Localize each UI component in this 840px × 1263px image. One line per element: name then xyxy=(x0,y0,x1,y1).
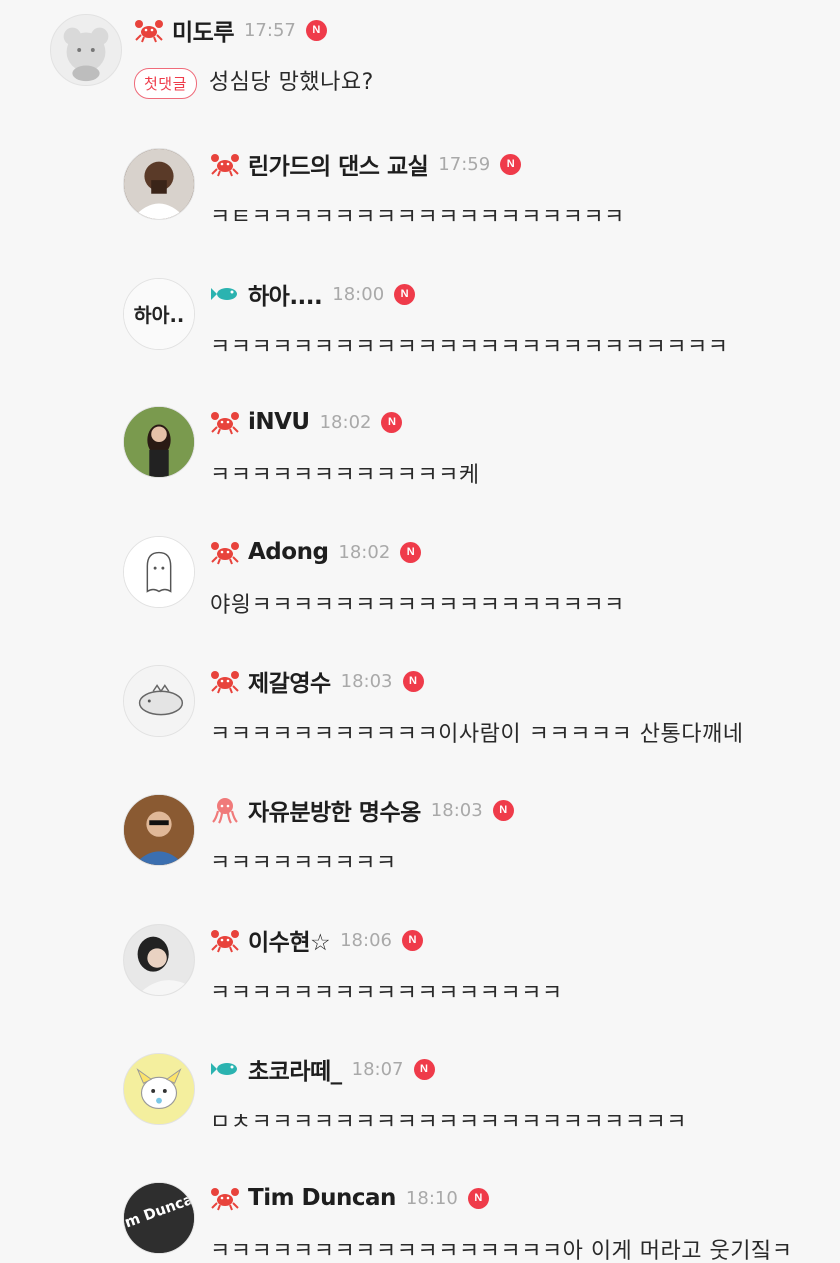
logo-avatar[interactable]: Tim Duncan xyxy=(123,1182,195,1254)
text-logo-avatar[interactable]: 하아.. xyxy=(123,278,195,350)
comment-body: ㅋㅋㅋㅋㅋㅋㅋㅋㅋㅋㅋㅋㅋㅋㅋㅋㅋ xyxy=(210,981,563,1006)
comment-body: ㅋㅋㅋㅋㅋㅋㅋㅋㅋㅋㅋㅋ케 xyxy=(210,463,480,488)
comment-meta: Adong 18:02 N xyxy=(210,535,422,569)
octopus-icon xyxy=(210,795,240,825)
comment-meta: Tim Duncan 18:10 N xyxy=(210,1181,489,1215)
nickname[interactable]: Tim Duncan xyxy=(248,1185,396,1211)
crab-icon xyxy=(210,666,240,696)
comment-body: 성심당 망했나요? xyxy=(208,70,374,95)
fish-icon xyxy=(210,1054,240,1084)
comment-item: 미도루 17:57 N 첫댓글 성심당 망했나요? xyxy=(0,0,840,120)
first-comment-tag: 첫댓글 xyxy=(134,67,197,99)
comment-meta: 이수현☆ 18:06 N xyxy=(210,923,423,957)
reply-item: Tim Duncan Tim Duncan 18:10 N ㅋㅋㅋㅋㅋㅋㅋㅋㅋㅋ… xyxy=(0,1170,840,1263)
photo-avatar[interactable] xyxy=(123,148,195,220)
reply-item: 이수현☆ 18:06 N ㅋㅋㅋㅋㅋㅋㅋㅋㅋㅋㅋㅋㅋㅋㅋㅋㅋ xyxy=(0,912,840,1032)
bear-avatar[interactable] xyxy=(50,14,122,86)
reply-item: 자유분방한 명수옹 18:03 N ㅋㅋㅋㅋㅋㅋㅋㅋㅋ xyxy=(0,782,840,902)
comment-meta: 하아.... 18:00 N xyxy=(210,277,416,311)
comment-meta: 린가드의 댄스 교실 17:59 N xyxy=(210,147,522,181)
timestamp: 18:07 xyxy=(351,1058,404,1080)
timestamp: 18:03 xyxy=(430,799,483,821)
timestamp: 18:00 xyxy=(332,283,385,305)
comment-body: ㅋㅋㅋㅋㅋㅋㅋㅋㅋㅋㅋ이사람이 ㅋㅋㅋㅋㅋ 산통다깨네 xyxy=(210,722,744,747)
new-badge: N xyxy=(394,283,416,305)
comment-meta: 제갈영수 18:03 N xyxy=(210,664,424,698)
reply-item: Adong 18:02 N 야읭ㅋㅋㅋㅋㅋㅋㅋㅋㅋㅋㅋㅋㅋㅋㅋㅋㅋㅋ xyxy=(0,524,840,644)
comment-body: 야읭ㅋㅋㅋㅋㅋㅋㅋㅋㅋㅋㅋㅋㅋㅋㅋㅋㅋㅋ xyxy=(210,593,625,618)
photo-avatar[interactable] xyxy=(123,794,195,866)
nickname[interactable]: 이수현☆ xyxy=(248,923,331,957)
crab-icon xyxy=(210,1183,240,1213)
comment-text: 첫댓글 성심당 망했나요? xyxy=(134,64,374,99)
crab-icon xyxy=(210,925,240,955)
nickname[interactable]: 린가드의 댄스 교실 xyxy=(248,147,429,181)
new-badge: N xyxy=(401,929,423,951)
cartoon-avatar[interactable] xyxy=(123,1053,195,1125)
comment-meta: 미도루 17:57 N xyxy=(134,13,327,47)
new-badge: N xyxy=(492,799,514,821)
timestamp: 18:06 xyxy=(340,929,392,951)
ghost-avatar[interactable] xyxy=(123,536,195,608)
new-badge: N xyxy=(467,1187,489,1209)
reply-item: 제갈영수 18:03 N ㅋㅋㅋㅋㅋㅋㅋㅋㅋㅋㅋ이사람이 ㅋㅋㅋㅋㅋ 산통다깨네 xyxy=(0,653,840,773)
fish-icon xyxy=(210,279,240,309)
comment-body: ㅁㅊㅋㅋㅋㅋㅋㅋㅋㅋㅋㅋㅋㅋㅋㅋㅋㅋㅋㅋㅋㅋㅋ xyxy=(210,1110,688,1135)
photo-avatar[interactable] xyxy=(123,406,195,478)
comment-body: ㅋㅋㅋㅋㅋㅋㅋㅋㅋㅋㅋㅋㅋㅋㅋㅋㅋ아 이게 머라고 웃기짘ㅋ xyxy=(210,1239,793,1263)
timestamp: 18:10 xyxy=(405,1187,458,1209)
timestamp: 18:02 xyxy=(319,411,372,433)
new-badge: N xyxy=(413,1058,435,1080)
comment-body: ㅋㅋㅋㅋㅋㅋㅋㅋㅋ xyxy=(210,851,397,876)
comment-meta: 자유분방한 명수옹 18:03 N xyxy=(210,793,514,827)
new-badge: N xyxy=(400,541,422,563)
comment-body: ㅋㅌㅋㅋㅋㅋㅋㅋㅋㅋㅋㅋㅋㅋㅋㅋㅋㅋㅋㅋ xyxy=(210,205,625,230)
reply-item: 린가드의 댄스 교실 17:59 N ㅋㅌㅋㅋㅋㅋㅋㅋㅋㅋㅋㅋㅋㅋㅋㅋㅋㅋㅋㅋ xyxy=(0,136,840,256)
comment-body: ㅋㅋㅋㅋㅋㅋㅋㅋㅋㅋㅋㅋㅋㅋㅋㅋㅋㅋㅋㅋㅋㅋㅋㅋㅋ xyxy=(210,335,729,360)
nickname[interactable]: 제갈영수 xyxy=(248,664,331,698)
new-badge: N xyxy=(305,19,327,41)
crab-icon xyxy=(210,149,240,179)
timestamp: 17:57 xyxy=(243,19,296,41)
new-badge: N xyxy=(500,153,522,175)
reply-item: 초코라떼_ 18:07 N ㅁㅊㅋㅋㅋㅋㅋㅋㅋㅋㅋㅋㅋㅋㅋㅋㅋㅋㅋㅋㅋㅋㅋ xyxy=(0,1041,840,1161)
nickname[interactable]: Adong xyxy=(248,539,329,565)
timestamp: 18:03 xyxy=(340,670,393,692)
crab-icon xyxy=(210,407,240,437)
new-badge: N xyxy=(402,670,424,692)
crab-icon xyxy=(134,15,164,45)
reply-item: 하아.. 하아.... 18:00 N ㅋㅋㅋㅋㅋㅋㅋㅋㅋㅋㅋㅋㅋㅋㅋㅋㅋㅋㅋㅋ… xyxy=(0,266,840,386)
nickname[interactable]: 자유분방한 명수옹 xyxy=(248,793,421,827)
photo-avatar[interactable] xyxy=(123,924,195,996)
new-badge: N xyxy=(381,411,403,433)
svg-text:하아..: 하아.. xyxy=(134,304,185,327)
comment-meta: 초코라떼_ 18:07 N xyxy=(210,1052,435,1086)
comment-meta: iNVU 18:02 N xyxy=(210,405,403,439)
nickname[interactable]: iNVU xyxy=(248,409,310,435)
nickname[interactable]: 초코라떼_ xyxy=(248,1052,342,1086)
nickname[interactable]: 하아.... xyxy=(248,277,323,311)
timestamp: 18:02 xyxy=(338,541,391,563)
timestamp: 17:59 xyxy=(438,153,491,175)
reply-item: iNVU 18:02 N ㅋㅋㅋㅋㅋㅋㅋㅋㅋㅋㅋㅋ케 xyxy=(0,394,840,514)
crab-icon xyxy=(210,537,240,567)
nickname[interactable]: 미도루 xyxy=(172,13,234,47)
dino-avatar[interactable] xyxy=(123,665,195,737)
